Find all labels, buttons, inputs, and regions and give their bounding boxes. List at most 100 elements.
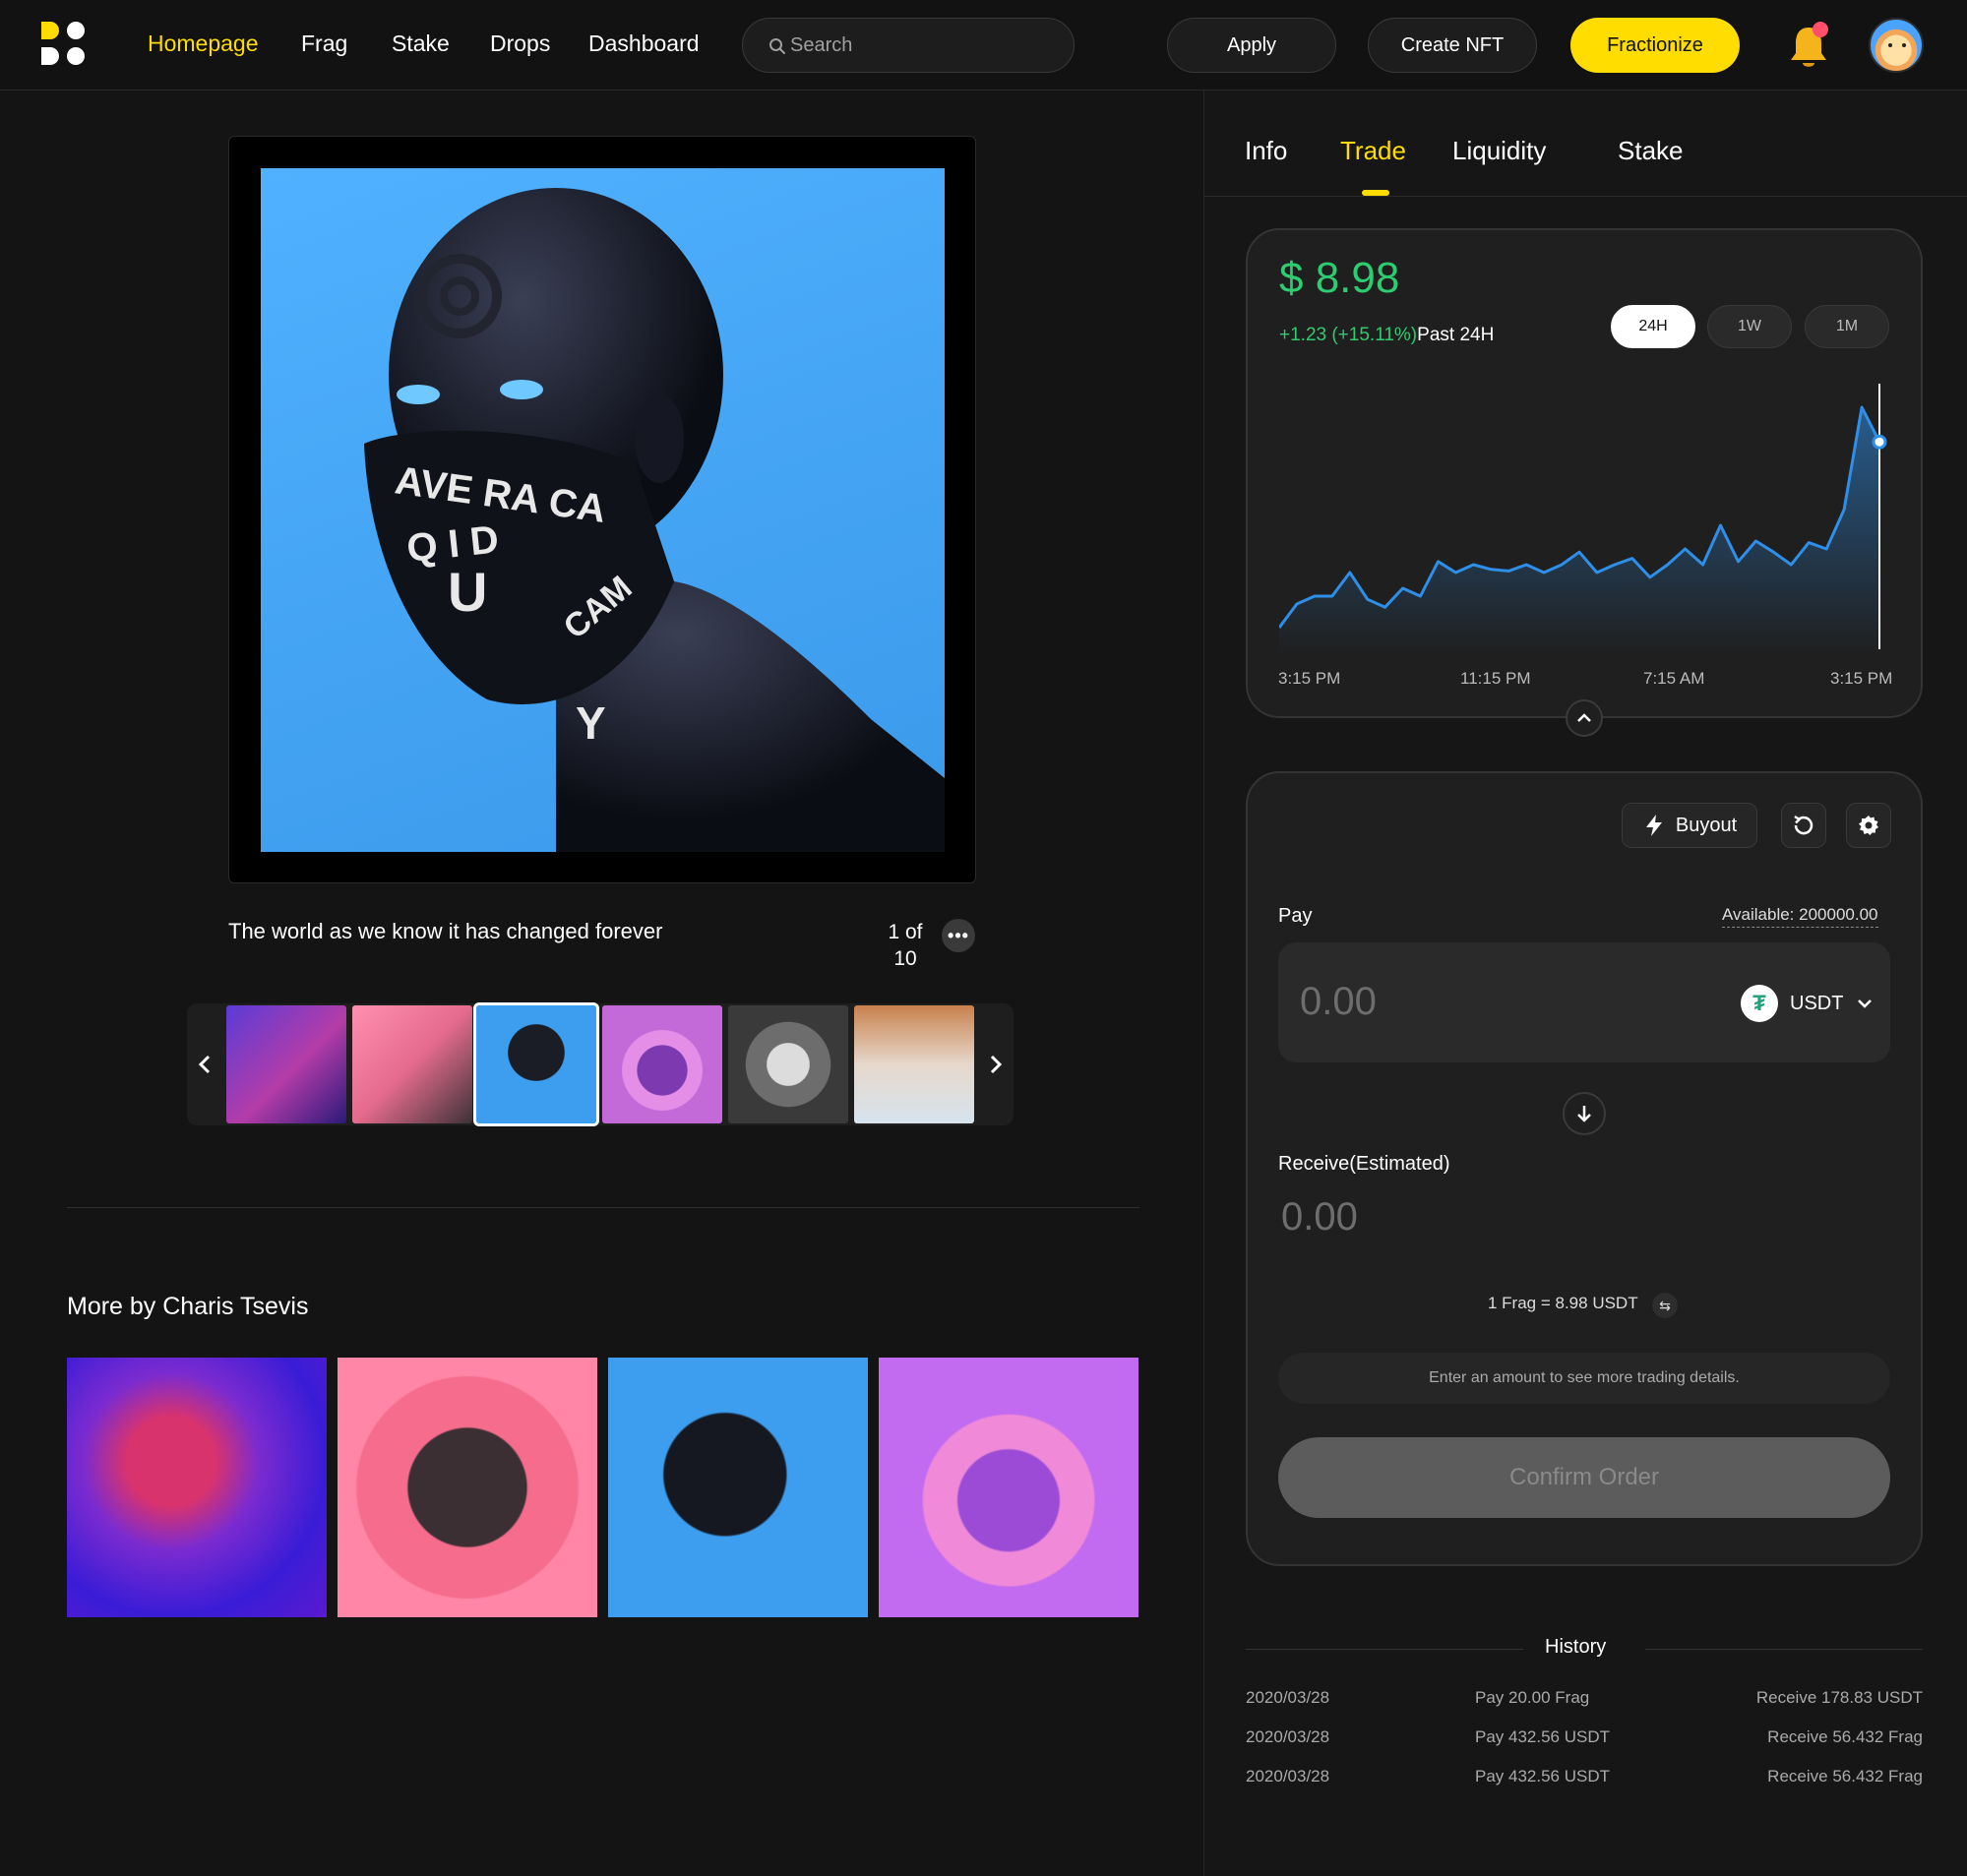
gallery-artwork-1[interactable]	[67, 1358, 327, 1617]
refresh-icon	[1794, 815, 1813, 835]
more-options-button[interactable]: •••	[942, 919, 975, 952]
top-navigation-bar: Homepage Frag Stake Drops Dashboard Appl…	[0, 0, 1967, 91]
settings-button[interactable]	[1846, 803, 1891, 848]
search-box[interactable]	[742, 18, 1075, 73]
thumbnail-2[interactable]	[352, 1005, 472, 1123]
nav-frag[interactable]: Frag	[301, 30, 347, 57]
thumbnail-5[interactable]	[728, 1005, 848, 1123]
chart-area-fill	[1279, 407, 1879, 655]
buyout-button[interactable]: Buyout	[1622, 803, 1757, 848]
counter-total: 10	[893, 947, 917, 970]
lightning-icon	[1645, 815, 1662, 836]
carousel-next-button[interactable]	[978, 1003, 1014, 1125]
price-change-period: Past 24H	[1417, 325, 1495, 345]
thumbnail-1[interactable]	[226, 1005, 346, 1123]
exchange-rate: 1 Frag = 8.98 USDT	[1488, 1294, 1638, 1312]
chevron-right-icon	[990, 1055, 1003, 1074]
chart-x-tick-4: 3:15 PM	[1830, 669, 1893, 688]
nav-drops[interactable]: Drops	[490, 30, 550, 57]
history-title: History	[1545, 1636, 1607, 1658]
token-selector[interactable]: ₮ USDT	[1741, 984, 1873, 1023]
range-1w-button[interactable]: 1W	[1707, 305, 1792, 348]
history-pay: Pay 432.56 USDT	[1475, 1727, 1611, 1746]
trading-details-hint: Enter an amount to see more trading deta…	[1278, 1353, 1890, 1404]
available-balance[interactable]: Available: 200000.00	[1722, 905, 1878, 928]
svg-text:Y: Y	[576, 697, 606, 749]
pay-amount-input[interactable]	[1300, 976, 1674, 1027]
svg-text:U: U	[448, 561, 487, 623]
history-date: 2020/03/28	[1246, 1767, 1330, 1785]
thumbnail-4[interactable]	[602, 1005, 722, 1123]
gallery-artwork-4[interactable]	[879, 1358, 1138, 1617]
carousel-prev-button[interactable]	[187, 1003, 222, 1125]
swap-rate-icon[interactable]: ⇆	[1652, 1293, 1678, 1318]
tab-stake[interactable]: Stake	[1618, 136, 1684, 166]
confirm-order-button[interactable]: Confirm Order	[1278, 1437, 1890, 1518]
chart-cursor-point	[1872, 434, 1887, 450]
thumbnail-6[interactable]	[854, 1005, 974, 1123]
artwork-caption: The world as we know it has changed fore…	[228, 919, 663, 943]
chart-x-tick-2: 11:15 PM	[1460, 669, 1531, 688]
history-pay: Pay 432.56 USDT	[1475, 1767, 1611, 1785]
pay-label: Pay	[1278, 905, 1313, 927]
usdt-token-icon: ₮	[1741, 985, 1778, 1022]
collapse-chart-button[interactable]	[1566, 699, 1603, 737]
panel-tabs: Info Trade Liquidity Stake	[1203, 91, 1967, 197]
history-date: 2020/03/28	[1246, 1688, 1330, 1707]
apply-button[interactable]: Apply	[1167, 18, 1336, 73]
chart-x-tick-3: 7:15 AM	[1643, 669, 1705, 688]
pay-input-box: ₮ USDT	[1278, 942, 1890, 1062]
gallery-artwork-3[interactable]	[608, 1358, 868, 1617]
buyout-label: Buyout	[1675, 814, 1738, 836]
receive-amount: 0.00	[1281, 1195, 1358, 1239]
history-row: 2020/03/28 Pay 432.56 USDT Receive 56.43…	[1246, 1767, 1923, 1790]
notification-bell-icon[interactable]	[1787, 22, 1830, 71]
section-divider	[67, 1207, 1139, 1208]
history-pay: Pay 20.00 Frag	[1475, 1688, 1590, 1707]
history-receive: Receive 178.83 USDT	[1755, 1688, 1923, 1707]
range-24h-button[interactable]: 24H	[1611, 305, 1695, 348]
history-receive: Receive 56.432 Frag	[1767, 1767, 1923, 1785]
history-receive: Receive 56.432 Frag	[1767, 1727, 1923, 1746]
create-nft-button[interactable]: Create NFT	[1368, 18, 1537, 73]
chevron-left-icon	[198, 1055, 211, 1074]
thumbnail-carousel	[187, 1002, 1014, 1126]
history-row: 2020/03/28 Pay 432.56 USDT Receive 56.43…	[1246, 1727, 1923, 1751]
history-date: 2020/03/28	[1246, 1727, 1330, 1746]
artwork-image[interactable]: AVE RA CA Q I D U CAM Y	[261, 168, 945, 852]
tab-liquidity[interactable]: Liquidity	[1452, 136, 1546, 166]
fractionize-button[interactable]: Fractionize	[1570, 18, 1740, 73]
receive-label: Receive(Estimated)	[1278, 1153, 1450, 1175]
history-row: 2020/03/28 Pay 20.00 Frag Receive 178.83…	[1246, 1688, 1923, 1712]
counter-current: 1 of	[888, 921, 923, 943]
tab-trade[interactable]: Trade	[1340, 136, 1406, 166]
swap-direction-button[interactable]	[1563, 1092, 1606, 1135]
artwork-counter: 1 of 10	[876, 919, 935, 972]
more-by-title: More by Charis Tsevis	[67, 1293, 309, 1320]
token-symbol: USDT	[1790, 992, 1844, 1014]
refresh-button[interactable]	[1781, 803, 1826, 848]
search-input[interactable]	[790, 29, 1056, 62]
nav-homepage[interactable]: Homepage	[148, 30, 259, 57]
user-avatar[interactable]	[1869, 18, 1924, 73]
search-icon	[769, 38, 785, 54]
nav-stake[interactable]: Stake	[392, 30, 450, 57]
fractional-logo[interactable]	[41, 22, 87, 67]
gallery-artwork-2[interactable]	[338, 1358, 597, 1617]
arrow-down-icon	[1577, 1106, 1591, 1122]
price-change-value: +1.23 (+15.11%)	[1279, 325, 1418, 345]
history-divider-left	[1246, 1649, 1523, 1650]
active-tab-indicator	[1362, 190, 1389, 196]
nav-dashboard[interactable]: Dashboard	[588, 30, 700, 57]
chevron-up-icon	[1577, 713, 1591, 722]
notification-badge	[1813, 22, 1828, 37]
chevron-down-icon	[1858, 999, 1873, 1008]
chart-x-tick-1: 3:15 PM	[1278, 669, 1341, 688]
range-1m-button[interactable]: 1M	[1805, 305, 1889, 348]
history-divider-right	[1645, 1649, 1923, 1650]
artwork-frame: AVE RA CA Q I D U CAM Y	[228, 136, 976, 883]
price-change: +1.23 (+15.11%)Past 24H	[1279, 325, 1494, 346]
tab-info[interactable]: Info	[1245, 136, 1287, 166]
thumbnail-3[interactable]	[473, 1002, 599, 1126]
price-chart[interactable]	[1279, 380, 1895, 655]
